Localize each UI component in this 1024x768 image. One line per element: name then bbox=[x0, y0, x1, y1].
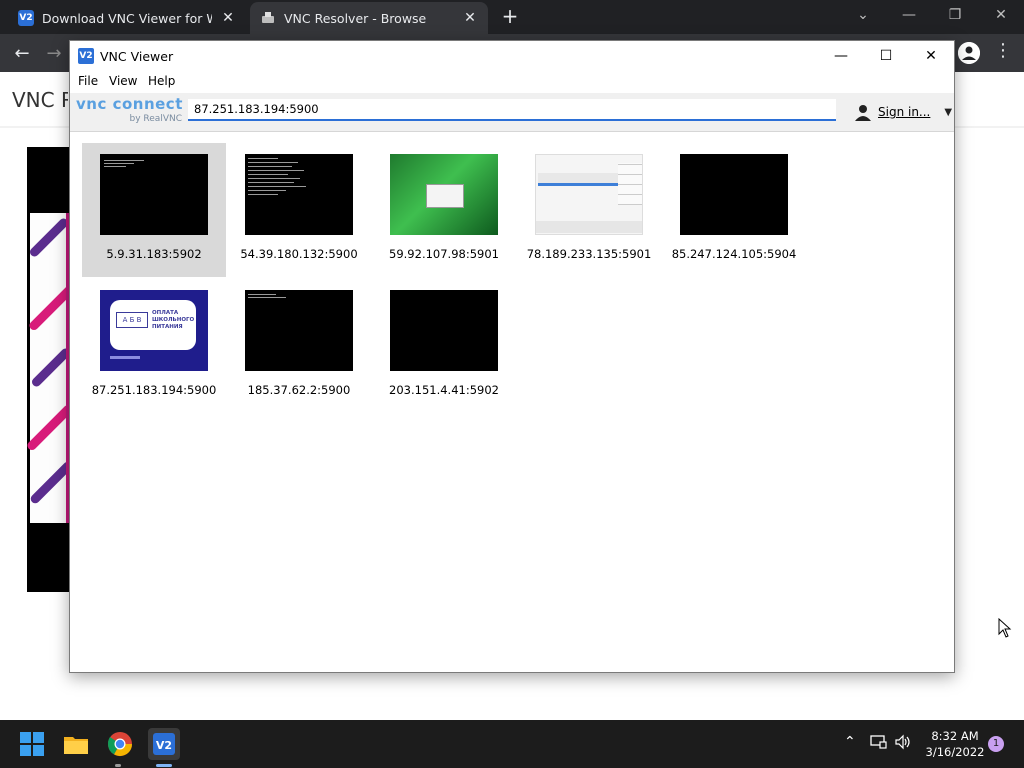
connection-tile[interactable]: 185.37.62.2:5900 bbox=[227, 279, 371, 413]
sign-in-label: Sign in... bbox=[878, 105, 931, 119]
connection-tile[interactable]: 78.189.233.135:5901 bbox=[517, 143, 661, 277]
kiosk-letters: А Б В bbox=[116, 312, 148, 328]
browser-menu-icon[interactable]: ⋮ bbox=[994, 40, 1012, 61]
user-icon bbox=[854, 103, 872, 121]
vnc-app-icon: V2 bbox=[78, 48, 94, 64]
chevron-up-icon[interactable]: ⌃ bbox=[844, 734, 856, 750]
maximize-button[interactable]: ☐ bbox=[863, 41, 909, 71]
address-toolbar: vnc connect by RealVNC Sign in... ▼ bbox=[70, 93, 954, 132]
connection-tile[interactable]: 5.9.31.183:5902 bbox=[82, 143, 226, 277]
connection-label: 78.189.233.135:5901 bbox=[526, 247, 652, 261]
close-tab-icon[interactable]: ✕ bbox=[462, 10, 478, 26]
close-tab-icon[interactable]: ✕ bbox=[220, 10, 236, 26]
connection-tile[interactable]: 203.151.4.41:5902 bbox=[372, 279, 516, 413]
connection-thumbnail: А Б В ОПЛАТА ШКОЛЬНОГО ПИТАНИЯ bbox=[100, 290, 208, 371]
chrome-icon[interactable] bbox=[104, 728, 136, 760]
new-tab-button[interactable]: + bbox=[498, 4, 522, 28]
mouse-cursor-icon bbox=[998, 617, 1012, 641]
window-title: VNC Viewer bbox=[100, 49, 174, 64]
notification-badge[interactable]: 1 bbox=[988, 736, 1004, 752]
browser-tab-strip: V2 Download VNC Viewer for Windows ✕ VNC… bbox=[0, 0, 1024, 34]
connection-tile[interactable]: 59.92.107.98:5901 bbox=[372, 143, 516, 277]
minimize-button[interactable]: — bbox=[818, 41, 864, 71]
browser-minimize-button[interactable]: — bbox=[886, 0, 932, 30]
connection-tile[interactable]: 85.247.124.105:5904 bbox=[662, 143, 806, 277]
connection-label: 5.9.31.183:5902 bbox=[106, 247, 202, 261]
connection-label: 203.151.4.41:5902 bbox=[389, 383, 499, 397]
menu-view[interactable]: View bbox=[109, 74, 137, 88]
vnc-connect-logo: vnc connect by RealVNC bbox=[76, 95, 184, 127]
clock-time: 8:32 AM bbox=[931, 729, 979, 743]
connection-thumbnail bbox=[100, 154, 208, 235]
vnc-title-bar: V2 VNC Viewer — ☐ ✕ bbox=[70, 41, 954, 71]
connection-label: 85.247.124.105:5904 bbox=[671, 247, 797, 261]
vnc-viewer-window: V2 VNC Viewer — ☐ ✕ File View Help vnc c… bbox=[69, 40, 955, 673]
browser-tab-download-vnc[interactable]: V2 Download VNC Viewer for Windows ✕ bbox=[8, 2, 246, 34]
logo-text: vnc connect bbox=[76, 95, 183, 113]
back-icon[interactable]: ← bbox=[8, 40, 36, 68]
menu-help[interactable]: Help bbox=[148, 74, 175, 88]
connection-label: 54.39.180.132:5900 bbox=[240, 247, 358, 261]
logo-subtext: by RealVNC bbox=[129, 114, 182, 124]
page-title: VNC Resolver bbox=[12, 88, 68, 112]
banner-image bbox=[27, 147, 70, 592]
system-clock[interactable]: 8:32 AM 3/16/2022 bbox=[920, 728, 990, 760]
connection-label: 87.251.183.194:5900 bbox=[91, 383, 217, 397]
connection-tile[interactable]: А Б В ОПЛАТА ШКОЛЬНОГО ПИТАНИЯ 87.251.18… bbox=[82, 279, 226, 413]
connection-label: 59.92.107.98:5901 bbox=[389, 247, 499, 261]
clock-date: 3/16/2022 bbox=[925, 745, 985, 759]
connection-thumbnail bbox=[680, 154, 788, 235]
connection-thumbnail bbox=[535, 154, 643, 235]
sign-in-button[interactable]: Sign in... ▼ bbox=[854, 101, 952, 123]
connection-tile[interactable]: 54.39.180.132:5900 bbox=[227, 143, 371, 277]
connection-thumbnail bbox=[245, 290, 353, 371]
chevron-down-icon[interactable]: ▼ bbox=[944, 107, 952, 118]
browser-tab-vnc-resolver[interactable]: VNC Resolver - Browse ✕ bbox=[250, 2, 488, 34]
browser-restore-button[interactable]: ❐ bbox=[932, 0, 978, 30]
start-icon[interactable] bbox=[16, 728, 48, 760]
close-button[interactable]: ✕ bbox=[908, 41, 954, 71]
connection-thumbnail bbox=[390, 290, 498, 371]
forward-icon[interactable]: → bbox=[40, 40, 68, 68]
svg-text:V2: V2 bbox=[156, 739, 172, 752]
tab-search-icon[interactable]: ⌄ bbox=[840, 0, 886, 30]
resolver-icon bbox=[260, 10, 276, 26]
profile-avatar-icon[interactable] bbox=[958, 42, 980, 64]
vnc-icon: V2 bbox=[18, 10, 34, 26]
browser-close-button[interactable]: ✕ bbox=[978, 0, 1024, 30]
connection-thumbnail bbox=[245, 154, 353, 235]
address-book-grid: 5.9.31.183:5902 54.39.180.132:5900 59.92… bbox=[82, 143, 942, 663]
vnc-viewer-taskbar-icon[interactable]: V2 bbox=[148, 728, 180, 760]
tab-title: VNC Resolver - Browse bbox=[284, 10, 427, 26]
file-explorer-icon[interactable] bbox=[60, 728, 92, 760]
menu-file[interactable]: File bbox=[78, 74, 98, 88]
tab-title: Download VNC Viewer for Windows bbox=[42, 10, 212, 26]
connection-label: 185.37.62.2:5900 bbox=[247, 383, 351, 397]
network-icon[interactable] bbox=[870, 734, 888, 754]
kiosk-text: ОПЛАТА ШКОЛЬНОГО ПИТАНИЯ bbox=[152, 310, 195, 330]
connection-thumbnail bbox=[390, 154, 498, 235]
address-input[interactable] bbox=[188, 99, 836, 121]
menu-bar: File View Help bbox=[70, 71, 954, 93]
volume-icon[interactable] bbox=[894, 734, 912, 754]
